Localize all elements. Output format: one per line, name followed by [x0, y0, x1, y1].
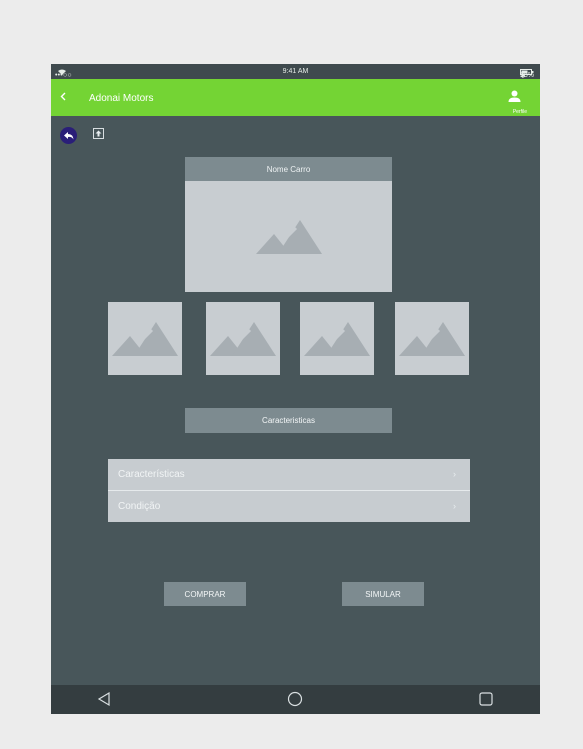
profile-label: Perfile — [512, 109, 527, 115]
car-thumbnail-3[interactable] — [300, 302, 374, 375]
nav-home-button[interactable] — [287, 691, 303, 712]
status-bar: •••○○ GS 9:41 AM ✱ 58% — [51, 64, 540, 86]
buy-button[interactable]: COMPRAR — [164, 582, 246, 606]
image-placeholder-icon — [112, 321, 178, 356]
list-item-label: Condição — [118, 501, 161, 512]
nav-recent-button[interactable] — [478, 691, 494, 712]
app-title: Adonai Motors — [89, 93, 154, 104]
car-name-header: Nome Carro — [185, 157, 392, 181]
list-item-caracteristicas[interactable]: Características › — [108, 459, 470, 490]
tablet-screen: •••○○ GS 9:41 AM ✱ 58% Adonai Motors Per… — [51, 64, 540, 714]
undo-icon — [63, 131, 73, 139]
app-header: Adonai Motors Perfile — [51, 79, 540, 116]
image-placeholder-icon — [304, 321, 370, 356]
list-item-label: Características — [118, 469, 185, 480]
car-thumbnail-1[interactable] — [108, 302, 182, 375]
battery-icon — [520, 69, 534, 75]
battery-status: ✱ 58% — [520, 68, 534, 80]
list-item-condicao[interactable]: Condição › — [108, 491, 470, 522]
simulate-button[interactable]: SIMULAR — [342, 582, 424, 606]
features-button[interactable]: Caracteristicas — [185, 408, 392, 433]
nav-back-button[interactable] — [97, 691, 111, 712]
car-thumbnail-4[interactable] — [395, 302, 469, 375]
main-car-image[interactable] — [185, 181, 392, 292]
upload-button[interactable] — [93, 128, 104, 139]
image-placeholder-icon — [399, 321, 465, 356]
android-nav-bar — [51, 685, 540, 714]
user-icon — [508, 90, 521, 102]
profile-button[interactable] — [508, 90, 521, 108]
back-button[interactable] — [60, 92, 66, 104]
chevron-left-icon — [60, 92, 66, 101]
circle-home-icon — [287, 691, 303, 707]
chevron-right-icon: › — [453, 501, 456, 511]
chevron-right-icon: › — [453, 469, 456, 479]
status-time: 9:41 AM — [282, 68, 309, 75]
square-recent-icon — [479, 692, 493, 706]
triangle-back-icon — [97, 691, 110, 707]
upload-icon — [95, 130, 102, 137]
car-thumbnail-2[interactable] — [206, 302, 280, 375]
image-placeholder-icon — [255, 219, 322, 254]
undo-button[interactable] — [60, 127, 77, 144]
details-list: Características › Condição › — [108, 459, 470, 522]
image-placeholder-icon — [210, 321, 276, 356]
